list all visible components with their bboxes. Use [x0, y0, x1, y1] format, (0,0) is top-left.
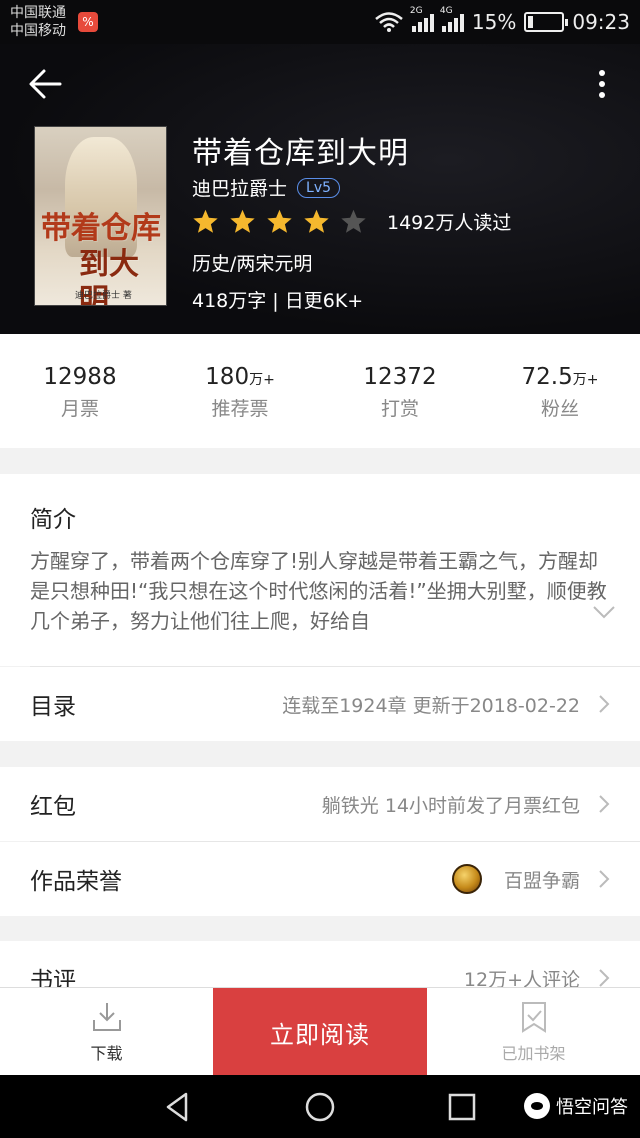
- stat-value: 12372: [363, 364, 437, 390]
- system-nav-bar: 悟空问答: [0, 1075, 640, 1138]
- intro-section[interactable]: 简介 方醒穿了，带着两个仓库穿了!别人穿越是带着王霸之气，方醒却是只想种田!“我…: [0, 474, 640, 666]
- stat-fans[interactable]: 72.5万+ 粉丝: [480, 334, 640, 448]
- stat-label: 打赏: [380, 398, 419, 420]
- rating-stars: [192, 208, 367, 235]
- honor-row[interactable]: 作品荣誉 百盟争霸: [0, 842, 640, 916]
- wukong-logo-icon: [524, 1093, 550, 1119]
- red-packet-row[interactable]: 红包 躺铁光 14小时前发了月票红包: [0, 767, 640, 841]
- more-menu-icon[interactable]: [592, 66, 612, 102]
- bookshelf-check-icon: [521, 1002, 546, 1033]
- stat-value: 180: [205, 364, 250, 390]
- read-now-label: 立即阅读: [270, 1020, 370, 1049]
- red-packet-title: 红包: [30, 794, 76, 820]
- chevron-right-icon: [599, 969, 610, 987]
- stat-recommend-ticket[interactable]: 180万+ 推荐票: [160, 334, 320, 448]
- wifi-icon: [375, 12, 403, 32]
- stat-label: 粉丝: [540, 398, 579, 420]
- nav-recents-icon[interactable]: [444, 1089, 480, 1125]
- star-filled-icon: [267, 209, 292, 233]
- download-icon: [92, 1003, 121, 1031]
- signal-icon-2: 4G: [440, 6, 464, 32]
- stat-monthly-ticket[interactable]: 12988 月票: [0, 334, 160, 448]
- intro-title: 简介: [30, 507, 76, 533]
- expand-chevron-icon[interactable]: [592, 604, 616, 620]
- download-button[interactable]: 下载: [0, 988, 213, 1076]
- stat-label: 月票: [60, 398, 99, 420]
- download-label: 下载: [90, 1044, 123, 1063]
- stat-unit: 万+: [249, 372, 275, 388]
- catalog-row[interactable]: 目录 连载至1924章 更新于2018-02-22: [0, 667, 640, 741]
- author-name[interactable]: 迪巴拉爵士: [192, 174, 287, 201]
- carrier-info: 中国联通 中国移动: [10, 4, 66, 40]
- honor-badge-icon: [451, 864, 482, 894]
- notification-app-icon: %: [78, 12, 98, 32]
- cover-author: 迪巴拉爵士 著: [75, 291, 132, 301]
- honor-value: 百盟争霸: [503, 869, 580, 892]
- chevron-right-icon: [599, 795, 610, 813]
- rating-row: 1492万人读过: [192, 208, 511, 235]
- star-filled-icon: [193, 209, 218, 233]
- add-to-shelf-button[interactable]: 已加书架: [427, 988, 640, 1076]
- catalog-title: 目录: [30, 694, 76, 720]
- star-filled-icon: [230, 209, 255, 233]
- word-count: 418万字 | 日更6K+: [192, 290, 364, 312]
- signal-2-label: 4G: [439, 6, 453, 16]
- shelf-label: 已加书架: [501, 1044, 566, 1063]
- chevron-right-icon: [599, 695, 610, 713]
- intro-text: 方醒穿了，带着两个仓库穿了!别人穿越是带着王霸之气，方醒却是只想种田!“我只想在…: [30, 546, 610, 636]
- stat-value: 72.5: [521, 364, 573, 390]
- chevron-right-icon: [599, 870, 610, 888]
- book-genre[interactable]: 历史/两宋元明: [192, 249, 312, 276]
- carrier-2: 中国移动: [10, 23, 66, 39]
- watermark: 悟空问答: [524, 1093, 628, 1119]
- book-header: 带着仓库 到大明 迪巴拉爵士 著 带着仓库到大明 迪巴拉爵士 Lv5 1492万…: [0, 44, 640, 334]
- battery-percent: 15%: [471, 10, 517, 34]
- stat-value: 12988: [43, 364, 117, 390]
- book-title: 带着仓库到大明: [192, 136, 409, 171]
- author-level-badge: Lv5: [297, 177, 341, 198]
- honor-title: 作品荣誉: [30, 869, 122, 895]
- catalog-info: 连载至1924章 更新于2018-02-22: [282, 694, 580, 717]
- star-filled-icon: [304, 209, 329, 233]
- read-now-button[interactable]: 立即阅读: [213, 988, 427, 1076]
- stats-bar: 12988 月票 180万+ 推荐票 12372 打赏 72.5万+ 粉丝: [0, 334, 640, 448]
- stat-reward[interactable]: 12372 打赏: [320, 334, 480, 448]
- back-arrow-icon[interactable]: [24, 62, 68, 106]
- cover-title-line1: 带着仓库: [41, 211, 161, 246]
- star-empty-icon: [341, 209, 366, 233]
- clock: 09:23: [572, 10, 630, 34]
- book-cover[interactable]: 带着仓库 到大明 迪巴拉爵士 著: [34, 126, 167, 306]
- red-packet-info: 躺铁光 14小时前发了月票红包: [321, 794, 580, 817]
- signal-1-label: 2G: [409, 6, 423, 16]
- reader-count: 1492万人读过: [387, 212, 512, 234]
- watermark-text: 悟空问答: [556, 1097, 628, 1118]
- author-row: 迪巴拉爵士 Lv5: [192, 174, 341, 201]
- stat-label: 推荐票: [211, 398, 269, 420]
- signal-icon-1: 2G: [410, 6, 434, 32]
- nav-back-icon[interactable]: [160, 1089, 196, 1125]
- nav-home-icon[interactable]: [302, 1089, 338, 1125]
- bottom-action-bar: 下载 立即阅读 已加书架: [0, 987, 640, 1076]
- status-bar: 中国联通 中国移动 % 2G 4G 15% 09:23: [0, 0, 640, 44]
- carrier-1: 中国联通: [10, 5, 66, 21]
- battery-icon: [524, 12, 569, 32]
- stat-unit: 万+: [572, 372, 599, 388]
